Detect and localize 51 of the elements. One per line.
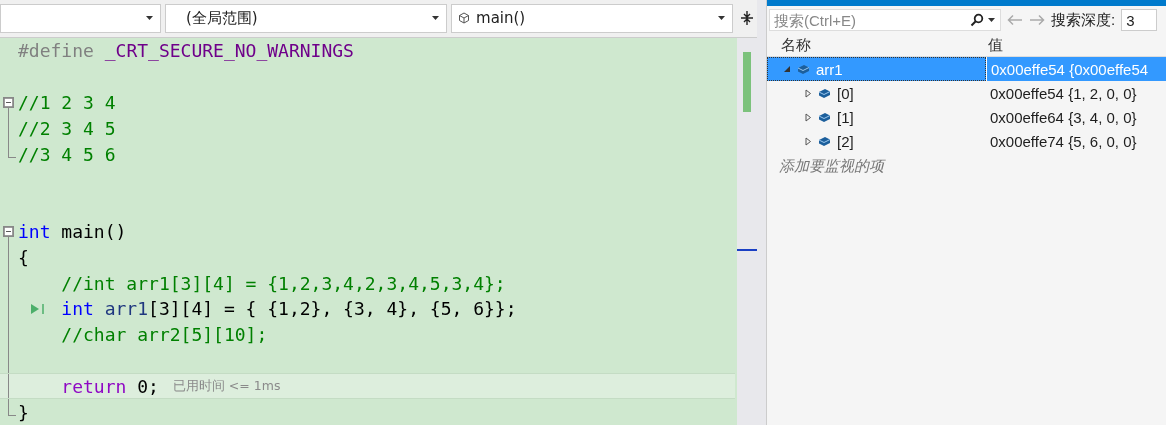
variable-value: 0x00effe74 {5, 6, 0, 0} (990, 132, 1137, 150)
variable-name: [2] (837, 132, 854, 150)
code-line: int main() (18, 221, 127, 242)
caret-icon[interactable] (718, 15, 727, 21)
variable-icon (797, 63, 810, 75)
code-line: //1 2 3 4 (18, 92, 116, 114)
member-dropdown[interactable]: main() (451, 3, 734, 33)
code-line: //int arr1[3][4] = {1,2,3,4,2,3,4,5,3,4}; (61, 272, 506, 294)
watch-row[interactable]: [0] 0x00effe54 {1, 2, 0, 0} (767, 81, 1166, 105)
code-line: //2 3 4 5 (18, 117, 116, 139)
code-line: //char arr2[5][10]; (61, 324, 268, 346)
variable-name: [1] (837, 108, 854, 126)
collapsed-icon[interactable] (805, 136, 812, 146)
variable-icon (818, 87, 831, 99)
code-line: int arr1[3][4] = { {1,2}, {3, 4}, {5, 6}}; (61, 298, 517, 320)
search-icon[interactable] (970, 13, 984, 27)
caret-icon[interactable] (432, 15, 441, 21)
variable-name: [0] (837, 84, 854, 102)
collapse-icon[interactable] (3, 225, 14, 237)
caret-icon[interactable] (145, 15, 154, 21)
elapsed-time-hint: 已用时间 <= 1ms (172, 377, 281, 395)
depth-field[interactable]: 3 (1121, 9, 1158, 31)
scrollbar-thumb[interactable] (743, 52, 751, 113)
code-line: } (18, 401, 29, 423)
variable-name: arr1 (816, 60, 843, 78)
column-header[interactable]: 名称 (767, 35, 988, 55)
scope-dropdown[interactable]: (全局范围) (164, 3, 448, 33)
code-line: return 0; (61, 375, 159, 397)
code-line: #define _CRT_SECURE_NO_WARNINGS (18, 40, 354, 62)
search-box[interactable]: 搜索(Ctrl+E) (769, 9, 1001, 31)
variable-icon (818, 135, 831, 147)
variable-value: 0x00effe54 {0x00effe54 (991, 60, 1149, 78)
collapsed-icon[interactable] (805, 88, 812, 98)
depth-label: 搜索深度: (1051, 10, 1116, 30)
caret-icon[interactable] (988, 17, 996, 23)
add-watch-prompt[interactable]: 添加要监视的项 (779, 156, 884, 176)
variable-value: 0x00effe54 {1, 2, 0, 0} (990, 84, 1137, 102)
column-header[interactable]: 值 (988, 35, 1003, 55)
variable-value: 0x00effe64 {3, 4, 0, 0} (990, 108, 1137, 126)
cube-icon (458, 12, 471, 24)
search-field[interactable]: 搜索(Ctrl+E) (770, 10, 970, 30)
collapsed-icon[interactable] (805, 112, 812, 122)
caret-position-mark (737, 249, 757, 252)
collapse-icon[interactable] (3, 96, 14, 108)
variable-icon (818, 111, 831, 123)
code-line: { (18, 246, 29, 268)
code-line: //3 4 5 6 (18, 143, 116, 165)
watch-row[interactable]: [1] 0x00effe64 {3, 4, 0, 0} (767, 105, 1166, 129)
expanded-icon[interactable] (783, 65, 791, 73)
split-icon[interactable] (741, 11, 754, 25)
watch-row[interactable]: [2] 0x00effe74 {5, 6, 0, 0} (767, 129, 1166, 153)
